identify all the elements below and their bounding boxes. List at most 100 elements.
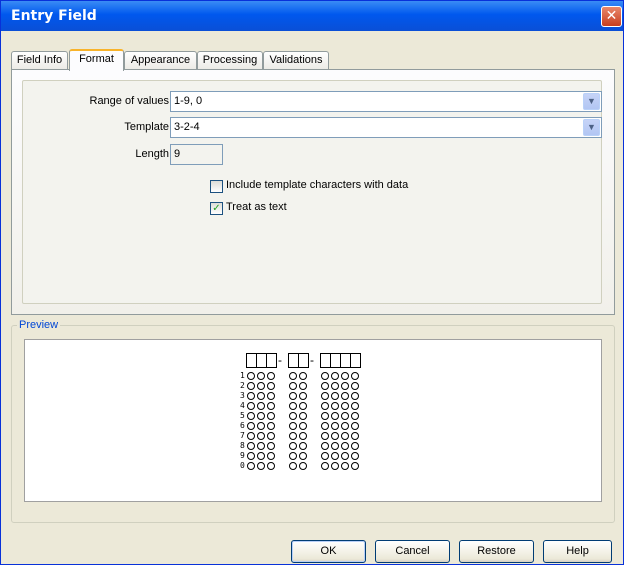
bubble: [299, 462, 307, 470]
bubble-row-label: 0: [240, 461, 245, 470]
bubble: [331, 372, 339, 380]
tab-processing[interactable]: Processing: [197, 51, 263, 69]
include-template-checkbox[interactable]: [210, 180, 223, 193]
treat-as-text-label: Treat as text: [226, 201, 287, 213]
template-box: [266, 353, 277, 368]
bubble: [247, 422, 255, 430]
help-button[interactable]: Help: [543, 540, 612, 563]
bubble: [321, 402, 329, 410]
bubble: [351, 442, 359, 450]
bubble: [351, 392, 359, 400]
bubble: [341, 402, 349, 410]
range-of-values-value: 1-9, 0: [174, 95, 203, 107]
close-button[interactable]: ✕: [601, 6, 622, 27]
bubble: [351, 422, 359, 430]
entry-field-dialog: Entry Field ✕ Field Info Format Appearan…: [0, 0, 624, 565]
bubble: [289, 442, 297, 450]
bubble: [331, 412, 339, 420]
bubble-row-label: 2: [240, 381, 245, 390]
tab-appearance[interactable]: Appearance: [124, 51, 197, 69]
bubble: [267, 452, 275, 460]
bubble: [321, 412, 329, 420]
template-separator: -: [310, 353, 314, 367]
bubble: [341, 452, 349, 460]
bubble: [267, 442, 275, 450]
dialog-body: Field Info Format Appearance Processing …: [11, 31, 616, 563]
bubble: [247, 392, 255, 400]
bubble: [331, 402, 339, 410]
bubble: [331, 462, 339, 470]
length-value: 9: [174, 148, 181, 160]
bubble: [321, 452, 329, 460]
bubble: [257, 452, 265, 460]
range-of-values-label: Range of values: [89, 95, 170, 107]
chevron-down-icon[interactable]: ▼: [583, 119, 600, 136]
template-value: 3-2-4: [174, 121, 200, 133]
bubble: [299, 372, 307, 380]
bubble: [341, 462, 349, 470]
bubble: [247, 402, 255, 410]
bubble: [267, 422, 275, 430]
treat-as-text-checkbox[interactable]: ✓: [210, 202, 223, 215]
bubble-row-label: 1: [240, 371, 245, 380]
bubble: [257, 412, 265, 420]
cancel-button[interactable]: Cancel: [375, 540, 450, 563]
length-field[interactable]: 9: [170, 144, 223, 165]
bubble: [289, 412, 297, 420]
range-of-values-select[interactable]: 1-9, 0 ▼: [170, 91, 602, 112]
chevron-down-icon[interactable]: ▼: [583, 93, 600, 110]
bubble: [247, 412, 255, 420]
bubble: [247, 372, 255, 380]
restore-button[interactable]: Restore: [459, 540, 534, 563]
bubble: [351, 462, 359, 470]
bubble: [331, 422, 339, 430]
tab-validations[interactable]: Validations: [263, 51, 329, 69]
ok-button[interactable]: OK: [291, 540, 366, 563]
bubble: [341, 422, 349, 430]
bubble: [267, 462, 275, 470]
bubble: [257, 432, 265, 440]
bubble: [299, 432, 307, 440]
bubble: [321, 422, 329, 430]
bubble: [257, 402, 265, 410]
preview-area: - - 1234567890: [24, 339, 602, 502]
bubble: [267, 372, 275, 380]
tab-field-info[interactable]: Field Info: [11, 51, 68, 69]
bubble: [289, 382, 297, 390]
bubble: [267, 402, 275, 410]
bubble: [299, 452, 307, 460]
bubble: [351, 402, 359, 410]
bubble: [331, 442, 339, 450]
bubble: [299, 442, 307, 450]
format-panel: Range of values 1-9, 0 ▼ Template 3-2-4 …: [11, 69, 615, 315]
template-select[interactable]: 3-2-4 ▼: [170, 117, 602, 138]
tab-format[interactable]: Format: [69, 49, 124, 71]
bubble: [351, 382, 359, 390]
bubble-row-label: 5: [240, 411, 245, 420]
format-settings-group: Range of values 1-9, 0 ▼ Template 3-2-4 …: [22, 80, 602, 304]
bubble: [267, 392, 275, 400]
bubble: [351, 412, 359, 420]
bubble: [321, 462, 329, 470]
bubble: [257, 422, 265, 430]
preview-group: Preview - - 1234567890: [11, 319, 615, 523]
bubble-row-label: 6: [240, 421, 245, 430]
bubble: [299, 392, 307, 400]
bubble: [331, 452, 339, 460]
bubble: [331, 382, 339, 390]
bubble: [247, 452, 255, 460]
bubble-row-label: 4: [240, 401, 245, 410]
bubble: [321, 392, 329, 400]
title-bar[interactable]: Entry Field ✕: [1, 1, 623, 31]
bubble: [341, 372, 349, 380]
bubble: [289, 422, 297, 430]
bubble: [341, 412, 349, 420]
bubble: [247, 382, 255, 390]
bubble: [257, 392, 265, 400]
bubble: [267, 432, 275, 440]
bubble: [321, 382, 329, 390]
bubble: [289, 462, 297, 470]
bubble-row-label: 9: [240, 451, 245, 460]
bubble: [289, 372, 297, 380]
bubble: [341, 382, 349, 390]
